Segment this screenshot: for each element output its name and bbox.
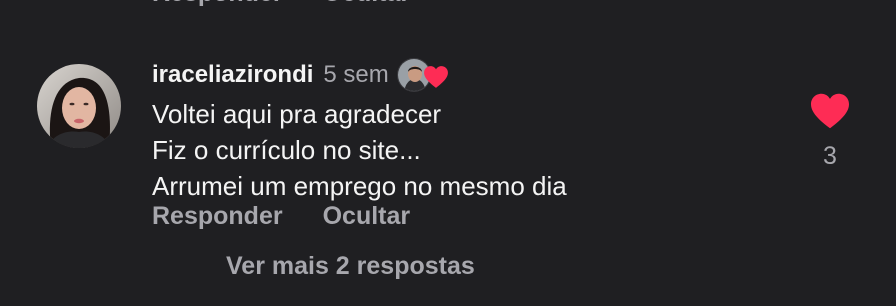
user-avatar[interactable] (37, 64, 121, 148)
creator-heart-icon (423, 66, 448, 88)
username[interactable]: iraceliazirondi (152, 61, 313, 89)
reply-button[interactable]: Responder (152, 202, 283, 231)
like-count: 3 (823, 142, 837, 170)
comment-header: iraceliazirondi 5 sem (152, 58, 453, 92)
creator-liked-badge (396, 58, 453, 92)
timestamp: 5 sem (323, 61, 389, 88)
like-column: 3 (806, 92, 854, 171)
heart-filled-icon[interactable] (809, 92, 851, 130)
comment-text: Voltei aqui pra agradecer Fiz o currícul… (152, 96, 567, 204)
comment-text-line: Arrumei um emprego no mesmo dia (152, 171, 567, 201)
comment-text-line: Fiz o currículo no site... (152, 135, 421, 165)
view-more-replies-button[interactable]: Ver mais 2 respostas (226, 252, 475, 281)
comment-actions: Responder Ocultar (152, 202, 410, 231)
hide-button[interactable]: Ocultar (323, 202, 411, 231)
comment-text-line: Voltei aqui pra agradecer (152, 99, 442, 129)
comment-item: iraceliazirondi 5 sem Voltei aqui pra ag… (0, 0, 896, 306)
comments-panel: Responder Ocultar (0, 0, 896, 306)
